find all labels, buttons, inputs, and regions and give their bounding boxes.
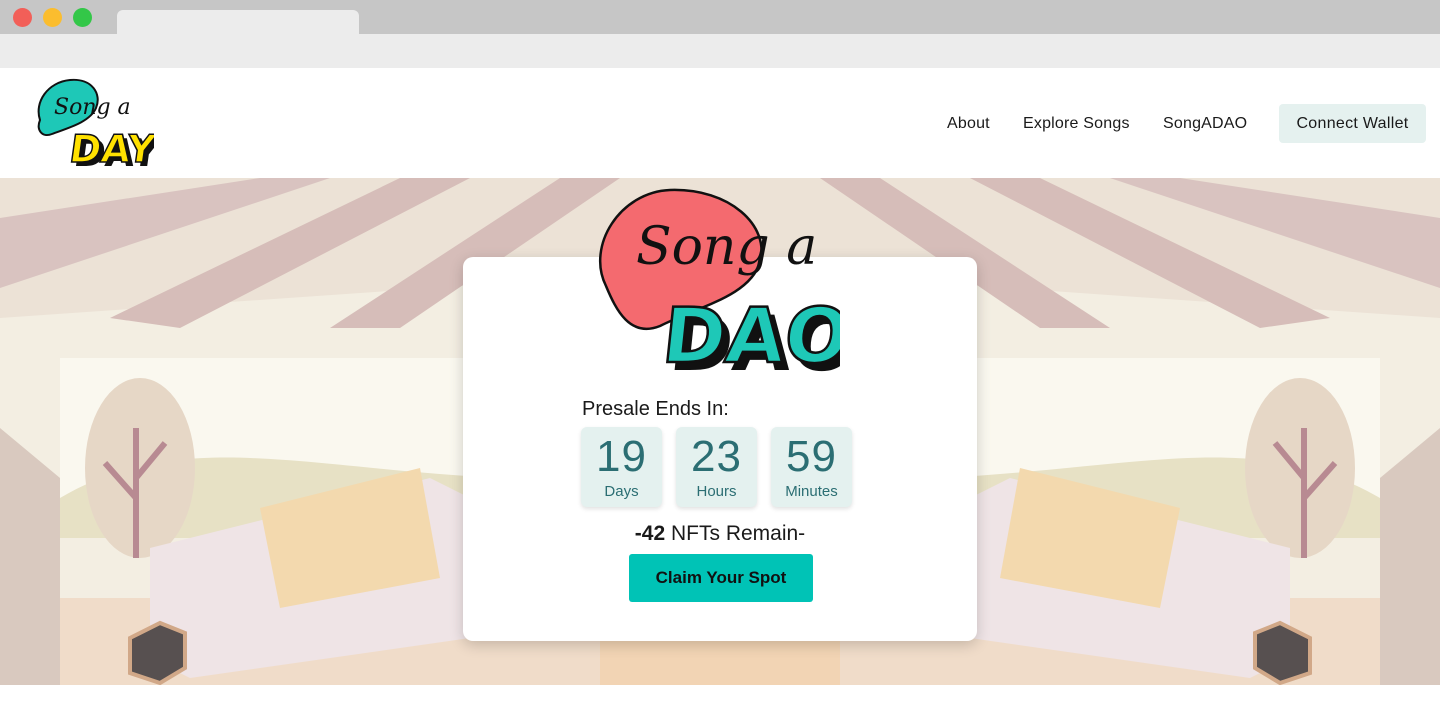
nfts-remaining-suffix: NFTs Remain-	[665, 522, 806, 545]
browser-tab[interactable]	[117, 10, 359, 34]
song-a-day-logo[interactable]: Song a DAY DAY	[30, 72, 154, 174]
countdown-hours-unit: Hours	[696, 483, 737, 500]
nfts-remaining-text: -42 NFTs Remain-	[560, 522, 880, 546]
countdown-hours: 23 Hours	[676, 427, 757, 507]
dao-logo-block-text: DAO	[659, 291, 840, 380]
nav-songadao-link[interactable]: SongADAO	[1163, 115, 1247, 133]
countdown-days-value: 19	[596, 432, 647, 481]
browser-titlebar	[0, 0, 1440, 34]
countdown-days-unit: Days	[604, 483, 639, 500]
countdown-days: 19 Days	[581, 427, 662, 507]
nfts-remaining-count: 42	[641, 522, 666, 545]
countdown-minutes: 59 Minutes	[771, 427, 852, 507]
logo-block-text: DAY	[67, 128, 154, 172]
countdown-minutes-value: 59	[786, 432, 837, 481]
dao-logo-script-text: Song a	[636, 217, 817, 277]
minimize-window-icon[interactable]	[43, 8, 62, 27]
connect-wallet-button[interactable]: Connect Wallet	[1279, 104, 1426, 143]
browser-address-bar	[0, 34, 1440, 68]
song-a-dao-logo: Song a DAO DAO	[599, 188, 840, 384]
close-window-icon[interactable]	[13, 8, 32, 27]
nav-explore-songs-link[interactable]: Explore Songs	[1023, 115, 1130, 133]
maximize-window-icon[interactable]	[73, 8, 92, 27]
countdown-minutes-unit: Minutes	[785, 483, 838, 500]
site-header: Song a DAY DAY About Explore Songs SongA…	[0, 68, 1440, 178]
nfts-remaining-prefix: -	[634, 522, 642, 545]
presale-ends-label: Presale Ends In:	[582, 398, 729, 420]
logo-script-text: Song a	[54, 95, 131, 120]
countdown-hours-value: 23	[691, 432, 742, 481]
nav-about-link[interactable]: About	[947, 115, 990, 133]
claim-your-spot-button[interactable]: Claim Your Spot	[629, 554, 813, 602]
